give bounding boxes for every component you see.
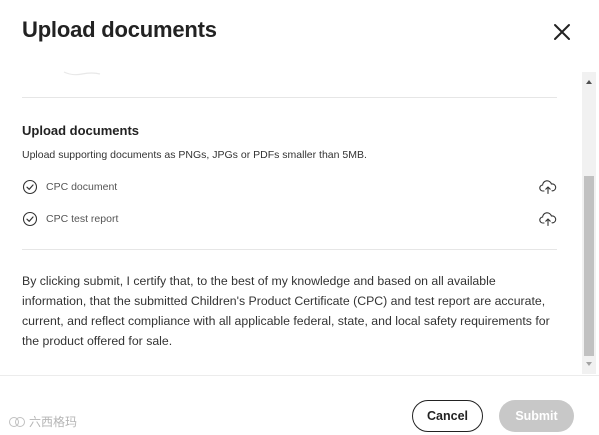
upload-cpc-document-button[interactable] — [539, 179, 557, 195]
certification-statement: By clicking submit, I certify that, to t… — [22, 274, 550, 348]
scroll-down-button[interactable] — [582, 356, 596, 372]
document-label: CPC document — [46, 181, 118, 193]
watermark: 六西格玛 — [8, 413, 77, 430]
upload-section-description: Upload supporting documents as PNGs, JPG… — [22, 149, 367, 161]
scrollbar-thumb[interactable] — [584, 176, 594, 356]
watermark-logo-icon — [9, 416, 25, 427]
footer-divider — [0, 375, 599, 376]
section-divider-bottom — [22, 249, 557, 250]
upload-documents-modal: Upload documents Upload documents Upload… — [0, 0, 599, 435]
close-icon — [554, 24, 570, 40]
modal-header: Upload documents — [0, 0, 599, 66]
vertical-scrollbar[interactable] — [582, 72, 596, 374]
faded-remnant — [63, 71, 101, 76]
cloud-upload-icon — [539, 212, 557, 227]
check-circle-icon — [22, 211, 38, 227]
document-row-cpc-document: CPC document — [22, 179, 557, 197]
upload-cpc-test-report-button[interactable] — [539, 211, 557, 227]
triangle-up-icon — [586, 80, 592, 84]
cancel-button[interactable]: Cancel — [412, 400, 483, 432]
triangle-down-icon — [586, 362, 592, 366]
scroll-up-button[interactable] — [582, 74, 596, 90]
modal-scroll-area[interactable]: Upload documents Upload supporting docum… — [0, 66, 599, 375]
document-row-cpc-test-report: CPC test report — [22, 211, 557, 229]
modal-title: Upload documents — [22, 17, 217, 42]
watermark-text: 六西格玛 — [29, 415, 78, 429]
section-divider-top — [22, 97, 557, 98]
close-button[interactable] — [550, 20, 574, 44]
upload-section-title: Upload documents — [22, 123, 140, 138]
check-circle-icon — [22, 179, 38, 195]
submit-button[interactable]: Submit — [499, 400, 574, 432]
document-label: CPC test report — [46, 213, 119, 225]
cloud-upload-icon — [539, 180, 557, 195]
